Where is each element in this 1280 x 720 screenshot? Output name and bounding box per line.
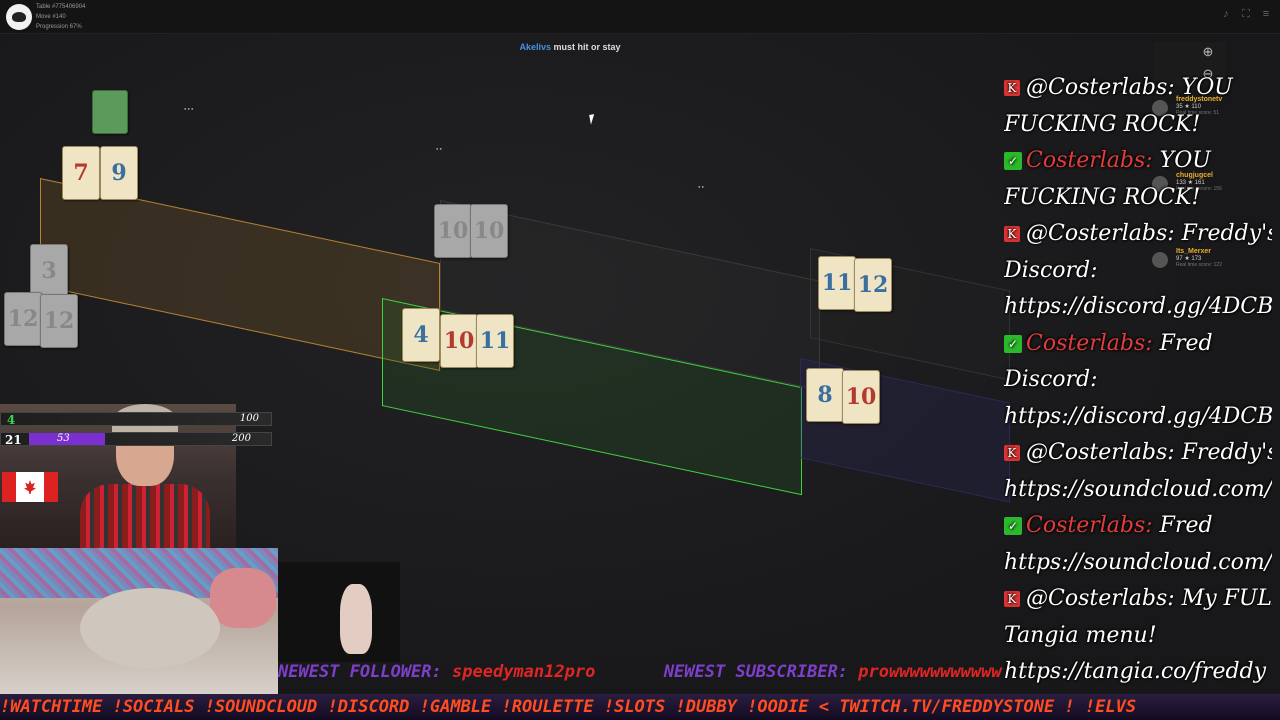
kick-icon: K xyxy=(1004,445,1020,461)
mute-icon[interactable]: ♪ xyxy=(1220,8,1232,20)
commands-ticker: !WATCHTIME !SOCIALS !SOUNDCLOUD !DISCORD… xyxy=(0,694,1280,720)
chat-message-line: https://discord.gg/4DCB xyxy=(1004,399,1272,436)
chat-message-line: FUCKING ROCK! xyxy=(1004,180,1272,217)
table-info: Table #775406904 Move #140 Progression 6… xyxy=(36,2,85,32)
moderator-badge-icon: ✓ xyxy=(1004,517,1022,535)
chat-message-line: https://soundcloud.com/ xyxy=(1004,545,1272,582)
player-tag-chugjugcel: ● ● xyxy=(698,184,704,189)
chat-text: Tangia menu! xyxy=(1004,622,1157,648)
chat-text: FUCKING ROCK! xyxy=(1004,184,1201,210)
stat-bar-1: 4 100 xyxy=(0,412,272,427)
chat-message-line: Discord: xyxy=(1004,362,1272,399)
turn-message: must hit or stay xyxy=(553,42,621,52)
kick-icon: K xyxy=(1004,80,1020,96)
moderator-badge-icon: ✓ xyxy=(1004,152,1022,170)
stat-icon: 4 xyxy=(6,413,16,427)
chat-message-line: K @Costerlabs: My FULL xyxy=(1004,581,1272,618)
mouse-cursor xyxy=(589,113,601,125)
chat-message-line: ✓ Costerlabs: Fred xyxy=(1004,326,1272,363)
chat-text: Fred xyxy=(1152,330,1213,356)
chat-text: YOU xyxy=(1152,148,1211,173)
chat-text: Fred xyxy=(1152,513,1213,538)
chat-username: Costerlabs: xyxy=(1026,148,1153,173)
streamer-shirt xyxy=(80,484,210,550)
playing-card: 7 xyxy=(62,146,100,200)
chat-text: @Costerlabs: My FULL xyxy=(1026,586,1272,611)
chat-text: FUCKING ROCK! xyxy=(1004,111,1201,137)
chat-message-line: FUCKING ROCK! xyxy=(1004,107,1272,144)
hand-camera xyxy=(278,562,400,662)
screen: Table #775406904 Move #140 Progression 6… xyxy=(0,0,1280,720)
commands-text: !WATCHTIME !SOCIALS !SOUNDCLOUD !DISCORD… xyxy=(0,697,1137,717)
top-icons: ♪ ⛶ ≡ xyxy=(1220,8,1272,20)
chat-text: @Costerlabs: Freddy's xyxy=(1026,221,1272,246)
stat-mid: 53 xyxy=(57,433,70,444)
dog-camera xyxy=(0,548,278,698)
turn-player: Akelivs xyxy=(519,42,551,52)
playing-card: 10 xyxy=(440,314,478,368)
chat-message-line: ✓ Costerlabs: YOU xyxy=(1004,143,1272,180)
stats-overlay: 4 100 21 53 200 xyxy=(0,408,272,450)
chat-text: https://soundcloud.com/ xyxy=(1004,549,1272,575)
chat-username: Costerlabs: xyxy=(1026,330,1153,356)
chat-message-line: https://discord.gg/4DCB xyxy=(1004,289,1272,326)
chat-text: https://discord.gg/4DCB xyxy=(1004,403,1272,429)
chat-text: https://soundcloud.com/ xyxy=(1004,476,1272,502)
playing-card: 10 xyxy=(434,204,472,258)
turn-status: Akelivs must hit or stay xyxy=(0,42,1140,52)
chat-message-line: K @Costerlabs: Freddy's xyxy=(1004,216,1272,253)
orange-player-zone xyxy=(40,178,440,372)
chat-text: @Costerlabs: YOU xyxy=(1026,75,1233,100)
stat-value: 200 xyxy=(231,433,251,444)
chat-message-line: ✓ Costerlabs: Fred xyxy=(1004,508,1272,545)
fullscreen-icon[interactable]: ⛶ xyxy=(1240,8,1252,20)
chat-text: Discord: xyxy=(1004,257,1098,283)
kick-icon: K xyxy=(1004,591,1020,607)
deck-card: 12 xyxy=(4,292,42,346)
playing-card: 12 xyxy=(854,258,892,312)
app-logo[interactable] xyxy=(6,4,32,30)
player-avatar-card xyxy=(92,90,128,134)
player-tag-freddystonetv: ● ● ● xyxy=(184,106,194,111)
chat-message-line: K @Costerlabs: Freddy's xyxy=(1004,435,1272,472)
chat-message-line: Discord: xyxy=(1004,253,1272,290)
stat-bar-2: 21 53 200 xyxy=(0,432,272,447)
chat-text: Discord: xyxy=(1004,367,1098,392)
stream-chat-overlay: K @Costerlabs: YOU FUCKING ROCK! ✓ Costerlab… xyxy=(1004,70,1272,690)
playing-card: 11 xyxy=(818,256,856,310)
table-id: Table #775406904 xyxy=(36,4,86,10)
alerts-banner: NEWEST FOLLOWER: speedyman12pro NEWEST S… xyxy=(278,662,1278,688)
progression: Progression 67% xyxy=(36,24,82,30)
move-number: Move #140 xyxy=(36,14,66,20)
pink-cushion xyxy=(210,568,276,628)
playing-card: 4 xyxy=(402,308,440,362)
follower-value: speedyman12pro xyxy=(452,662,596,682)
follower-label: NEWEST FOLLOWER: xyxy=(278,662,442,682)
chat-username: Costerlabs: xyxy=(1026,513,1153,538)
chat-text: @Costerlabs: Freddy's xyxy=(1026,440,1272,465)
chat-message-line: Tangia menu! xyxy=(1004,618,1272,655)
zoom-in-icon[interactable]: ⊕ xyxy=(1200,44,1216,60)
sleeping-dog xyxy=(80,588,220,668)
subscriber-value: prowwwwwwwwwww xyxy=(858,662,1002,682)
stat-value: 100 xyxy=(239,413,259,424)
stat-icon: 21 xyxy=(5,433,22,447)
playing-card: 10 xyxy=(842,370,880,424)
playing-card: 11 xyxy=(476,314,514,368)
chat-message-line: https://soundcloud.com/ xyxy=(1004,472,1272,509)
chat-message-line: K @Costerlabs: YOU xyxy=(1004,70,1272,107)
playing-card: 9 xyxy=(100,146,138,200)
playing-card: 8 xyxy=(806,368,844,422)
deck-card: 12 xyxy=(40,294,78,348)
moderator-badge-icon: ✓ xyxy=(1004,334,1022,353)
deck-card: 3 xyxy=(30,244,68,298)
subscriber-label: NEWEST SUBSCRIBER: xyxy=(663,662,849,682)
menu-icon[interactable]: ≡ xyxy=(1260,8,1272,20)
top-bar: Table #775406904 Move #140 Progression 6… xyxy=(0,0,1280,34)
kick-icon: K xyxy=(1004,226,1020,242)
playing-card: 10 xyxy=(470,204,508,258)
player-tag-dealer: ● ● xyxy=(436,146,442,151)
chat-text: https://discord.gg/4DCB xyxy=(1004,294,1272,319)
hand-with-mouse xyxy=(340,584,372,654)
